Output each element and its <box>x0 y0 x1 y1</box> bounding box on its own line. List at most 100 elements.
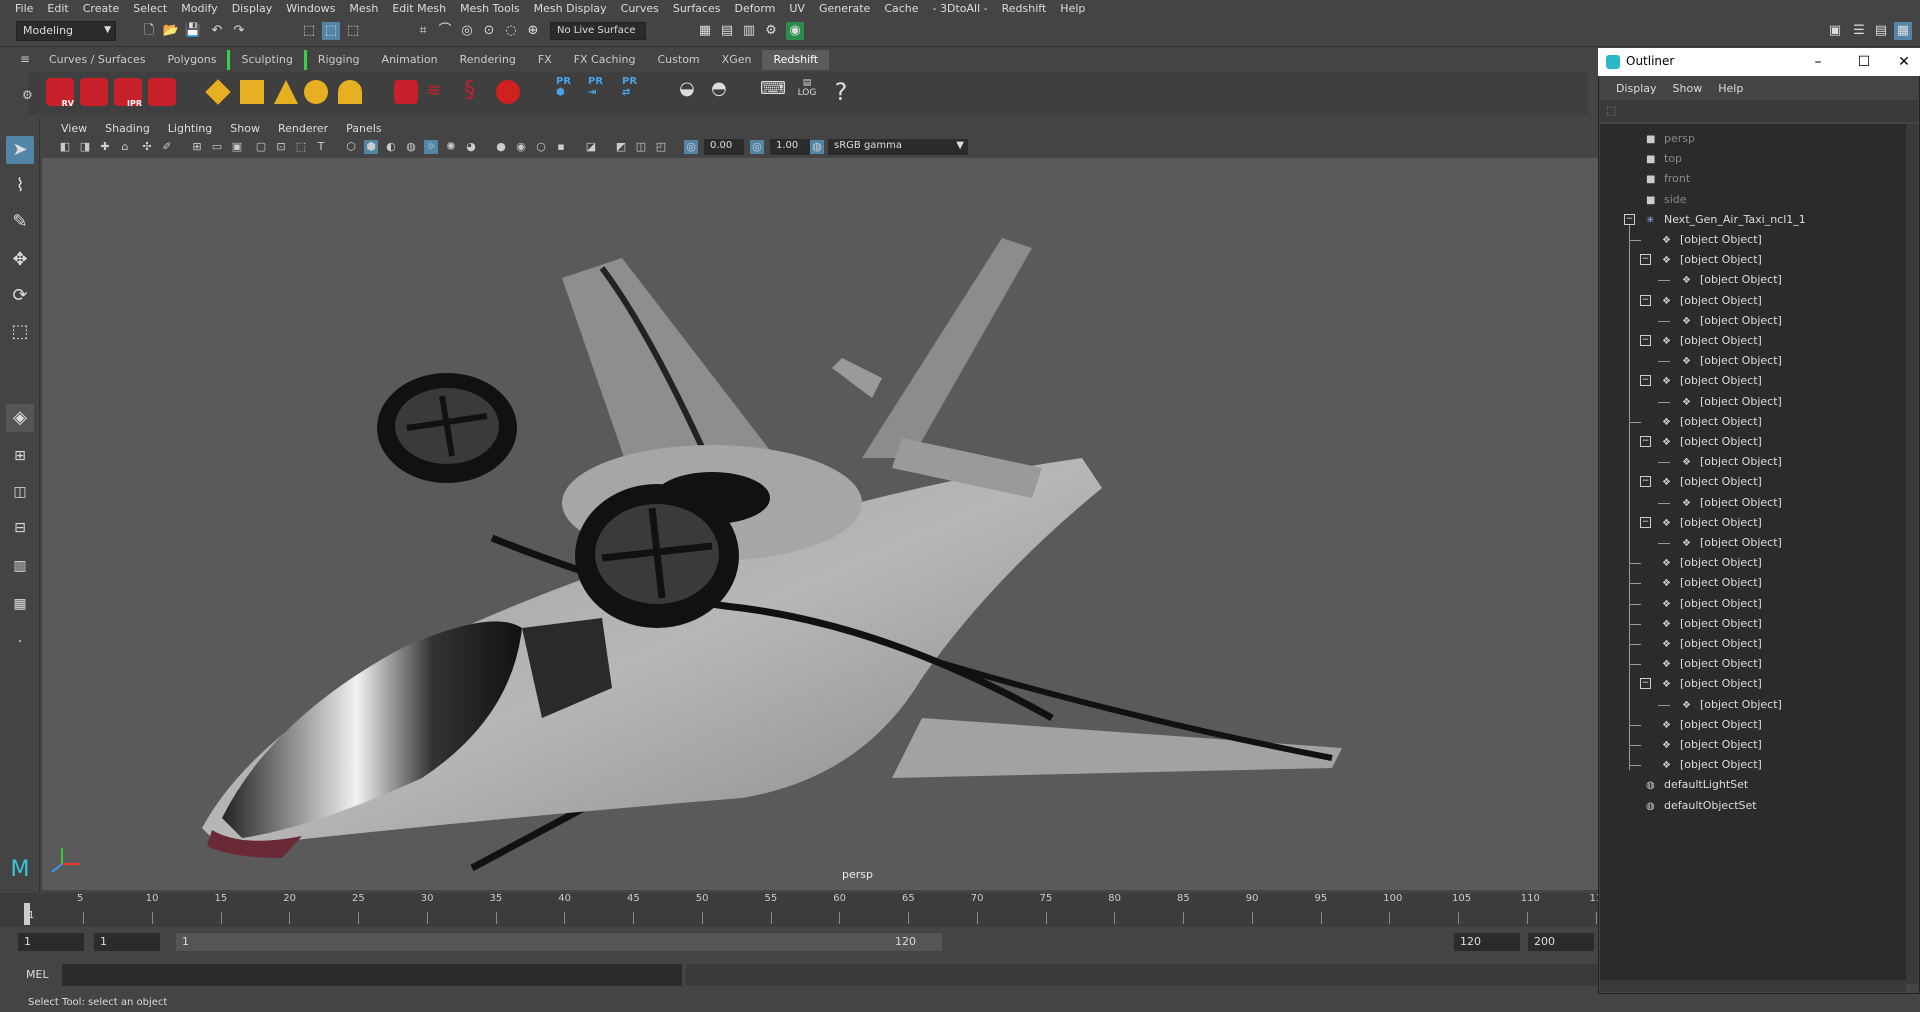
shelf-tab-3[interactable]: Rigging <box>303 50 371 70</box>
outliner-camera-row[interactable]: ■ top <box>1600 150 1900 168</box>
time-slider[interactable] <box>0 893 1600 927</box>
camera-select-icon[interactable]: ◧ <box>58 140 72 154</box>
panel-menu-3[interactable]: Show <box>221 122 269 135</box>
outliner-item-row[interactable]: − ❖ [object Object] <box>1600 251 1900 269</box>
menu-0[interactable]: File <box>8 0 40 17</box>
perspective-viewport[interactable] <box>42 158 1600 890</box>
menu-7[interactable]: Mesh <box>342 0 385 17</box>
outliner-vertical-scrollbar[interactable] <box>1906 124 1918 984</box>
render-settings-icon[interactable]: ⚙ <box>762 22 780 40</box>
minimize-icon[interactable]: – <box>1808 52 1828 72</box>
menu-8[interactable]: Edit Mesh <box>385 0 453 17</box>
outliner-item-row[interactable]: ❖ [object Object] <box>1600 494 1900 512</box>
rotate-tool-icon[interactable]: ⟳ <box>6 282 34 310</box>
outliner-item-row[interactable]: ❖ [object Object] <box>1600 574 1900 592</box>
outliner-menu-1[interactable]: Show <box>1665 82 1711 95</box>
outliner-root-row[interactable]: − ✳ Next_Gen_Air_Taxi_ncl1_1 <box>1600 211 1900 229</box>
multisample-icon[interactable]: ◉ <box>514 140 528 154</box>
outliner-item-row[interactable]: ❖ [object Object] <box>1600 554 1900 572</box>
depth-of-field-icon[interactable]: ○ <box>534 140 548 154</box>
wireframe-on-shaded-icon[interactable]: ◐ <box>384 140 398 154</box>
volume-icon[interactable]: § <box>464 78 475 103</box>
shelf-tab-0[interactable]: Curves / Surfaces <box>38 50 157 70</box>
collapse-icon[interactable]: − <box>1624 213 1635 225</box>
mel-command-input[interactable] <box>62 964 682 986</box>
scale-tool-icon[interactable]: ⬚ <box>6 318 34 346</box>
outliner-horizontal-scrollbar[interactable] <box>1600 980 1906 992</box>
menu-4[interactable]: Modify <box>174 0 224 17</box>
gate-mask-icon[interactable]: ▢ <box>254 140 268 154</box>
toggle-tool-settings-icon[interactable]: ▤ <box>1872 22 1890 40</box>
menu-10[interactable]: Mesh Display <box>527 0 614 17</box>
collapse-icon[interactable]: − <box>1640 678 1651 690</box>
field-chart-icon[interactable]: ⊡ <box>274 140 288 154</box>
pr-object-icon[interactable]: PR ⬢ <box>556 76 580 106</box>
shelf-tab-5[interactable]: Rendering <box>449 50 527 70</box>
outliner-menu-0[interactable]: Display <box>1608 82 1665 95</box>
outliner-item-row[interactable]: − ❖ [object Object] <box>1600 292 1900 310</box>
redshift-render-icon[interactable] <box>80 78 108 106</box>
menu-17[interactable]: - 3DtoAll - <box>926 0 995 17</box>
maximize-icon[interactable]: ☐ <box>1854 52 1874 72</box>
menu-15[interactable]: Generate <box>812 0 877 17</box>
log-icon[interactable]: ▤ LOG <box>794 78 820 104</box>
shelf-tab-1[interactable]: Polygons <box>157 50 228 70</box>
menu-9[interactable]: Mesh Tools <box>453 0 527 17</box>
toggle-attribute-editor-icon[interactable]: ☰ <box>1850 22 1868 40</box>
outliner-filter-field[interactable]: ⬚ <box>1600 100 1918 122</box>
range-slider[interactable]: 1 120 <box>176 933 942 951</box>
lasso-tool-icon[interactable]: ⌇ <box>6 172 34 200</box>
script-language-label[interactable]: MEL <box>26 968 49 981</box>
camera-attributes-icon[interactable]: ◨ <box>78 140 92 154</box>
menu-1[interactable]: Edit <box>40 0 75 17</box>
pr-switch-icon[interactable]: PR ⇄ <box>622 76 646 106</box>
outliner-item-row[interactable]: ❖ [object Object] <box>1600 696 1900 714</box>
shelf-tab-2[interactable]: Sculpting <box>227 50 303 70</box>
dome-light-icon[interactable] <box>304 80 328 104</box>
ipr-render-icon[interactable]: ▥ <box>740 22 758 40</box>
help-icon[interactable]: ? <box>828 78 854 106</box>
select-component-icon[interactable]: ⬚ <box>344 22 362 40</box>
view-transform-dropdown[interactable]: sRGB gamma ▼ <box>828 139 968 155</box>
shelf-tab-4[interactable]: Animation <box>371 50 449 70</box>
outliner-item-row[interactable]: ❖ [object Object] <box>1600 453 1900 471</box>
outliner-camera-row[interactable]: ■ persp <box>1600 130 1900 148</box>
outliner-item-row[interactable]: ❖ [object Object] <box>1600 736 1900 754</box>
panel-menu-2[interactable]: Lighting <box>159 122 221 135</box>
live-surface-field[interactable]: No Live Surface <box>550 22 646 40</box>
shelf-tab-10[interactable]: Redshift <box>762 50 830 70</box>
outliner-item-row[interactable]: ❖ [object Object] <box>1600 595 1900 613</box>
grid-icon[interactable]: ⊞ <box>190 140 204 154</box>
film-gate-icon[interactable]: ▭ <box>210 140 224 154</box>
outliner-item-row[interactable]: ❖ [object Object] <box>1600 352 1900 370</box>
menu-13[interactable]: Deform <box>727 0 782 17</box>
menu-18[interactable]: Redshift <box>995 0 1054 17</box>
menu-2[interactable]: Create <box>76 0 127 17</box>
menu-3[interactable]: Select <box>126 0 174 17</box>
redo-icon[interactable]: ↷ <box>230 22 248 40</box>
outliner-item-row[interactable]: − ❖ [object Object] <box>1600 372 1900 390</box>
maya-logo-icon[interactable]: M <box>6 856 34 884</box>
single-perspective-layout-icon[interactable]: ◈ <box>6 404 34 432</box>
outliner-menu-2[interactable]: Help <box>1710 82 1751 95</box>
workspace-icon[interactable]: ▣ <box>1826 22 1844 40</box>
playback-start-field[interactable]: 1 <box>94 933 160 951</box>
smooth-shade-icon[interactable]: ⬢ <box>364 140 378 154</box>
snap-grid-icon[interactable]: ⌗ <box>414 22 432 40</box>
outliner-item-row[interactable]: ❖ [object Object] <box>1600 756 1900 774</box>
outliner-item-row[interactable]: ❖ [object Object] <box>1600 312 1900 330</box>
panel-menu-4[interactable]: Renderer <box>269 122 337 135</box>
wireframe-icon[interactable]: ⬡ <box>344 140 358 154</box>
textured-icon[interactable]: ◍ <box>404 140 418 154</box>
outliner-set-row[interactable]: ◍ defaultObjectSet <box>1600 797 1900 815</box>
menu-19[interactable]: Help <box>1053 0 1092 17</box>
collapse-icon[interactable]: − <box>1640 294 1651 306</box>
shelf-tab-8[interactable]: Custom <box>647 50 711 70</box>
script-editor-icon[interactable]: ⌨ <box>760 78 786 104</box>
outliner-item-row[interactable]: ❖ [object Object] <box>1600 271 1900 289</box>
proxy-icon[interactable] <box>394 80 418 104</box>
outliner-set-row[interactable]: ◍ defaultLightSet <box>1600 776 1900 794</box>
menu-16[interactable]: Cache <box>877 0 925 17</box>
persp-graph-layout-icon[interactable]: ▥ <box>6 552 34 580</box>
close-icon[interactable]: ✕ <box>1894 52 1914 72</box>
